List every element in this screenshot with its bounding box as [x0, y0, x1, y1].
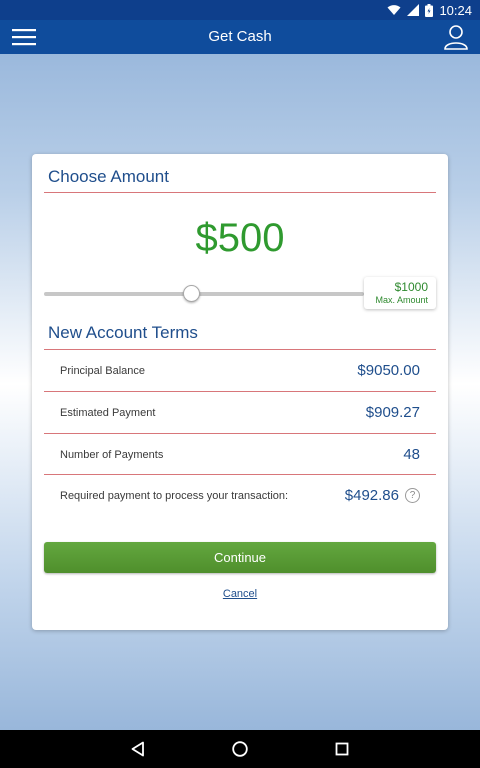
recents-icon[interactable]: [291, 730, 393, 768]
terms-row-number-of-payments: Number of Payments 48: [44, 434, 436, 475]
terms-row-label: Number of Payments: [60, 448, 164, 461]
terms-row-value: 48: [403, 446, 420, 463]
wifi-icon: [387, 4, 401, 16]
terms-row-required-payment: Required payment to process your transac…: [44, 475, 436, 516]
back-icon[interactable]: [87, 730, 189, 768]
app-bar: Get Cash: [0, 20, 480, 54]
system-nav-bar: [0, 730, 480, 768]
page-title: Get Cash: [208, 28, 272, 45]
terms-row-value: $9050.00: [357, 362, 420, 379]
terms-row-label: Required payment to process your transac…: [60, 489, 289, 502]
selected-amount: $500: [195, 216, 285, 260]
amount-slider-track[interactable]: [44, 292, 364, 296]
amount-slider-thumb[interactable]: [183, 285, 200, 302]
home-icon[interactable]: [189, 730, 291, 768]
terms-row-value-group: $492.86 ?: [345, 487, 420, 504]
status-time: 10:24: [439, 2, 472, 18]
terms-row-value: $492.86: [344, 487, 399, 504]
terms-row-label: Principal Balance: [60, 364, 145, 377]
terms-row-principal: Principal Balance $9050.00: [44, 350, 436, 391]
max-amount-value: $1000: [394, 280, 428, 294]
status-bar: 10:24: [0, 0, 480, 20]
terms-row-estimated-payment: Estimated Payment $909.27: [44, 392, 436, 433]
terms-row-value: $909.27: [365, 404, 420, 421]
max-amount-label: Max. Amount: [375, 295, 428, 305]
get-cash-card: Choose Amount $500 $1000 Max. Amount New…: [32, 154, 448, 630]
profile-icon[interactable]: [442, 23, 470, 51]
signal-icon: [407, 4, 420, 16]
terms-row-label: Estimated Payment: [60, 406, 156, 419]
question-icon[interactable]: ?: [405, 488, 420, 503]
hamburger-menu-icon[interactable]: [10, 26, 38, 48]
cancel-link[interactable]: Cancel: [32, 588, 448, 600]
battery-icon: [425, 3, 434, 17]
max-amount-badge: $1000 Max. Amount: [364, 277, 436, 309]
continue-button[interactable]: Continue: [44, 542, 436, 573]
choose-amount-title: Choose Amount: [48, 167, 169, 186]
divider: [44, 192, 436, 193]
terms-title: New Account Terms: [48, 323, 198, 342]
